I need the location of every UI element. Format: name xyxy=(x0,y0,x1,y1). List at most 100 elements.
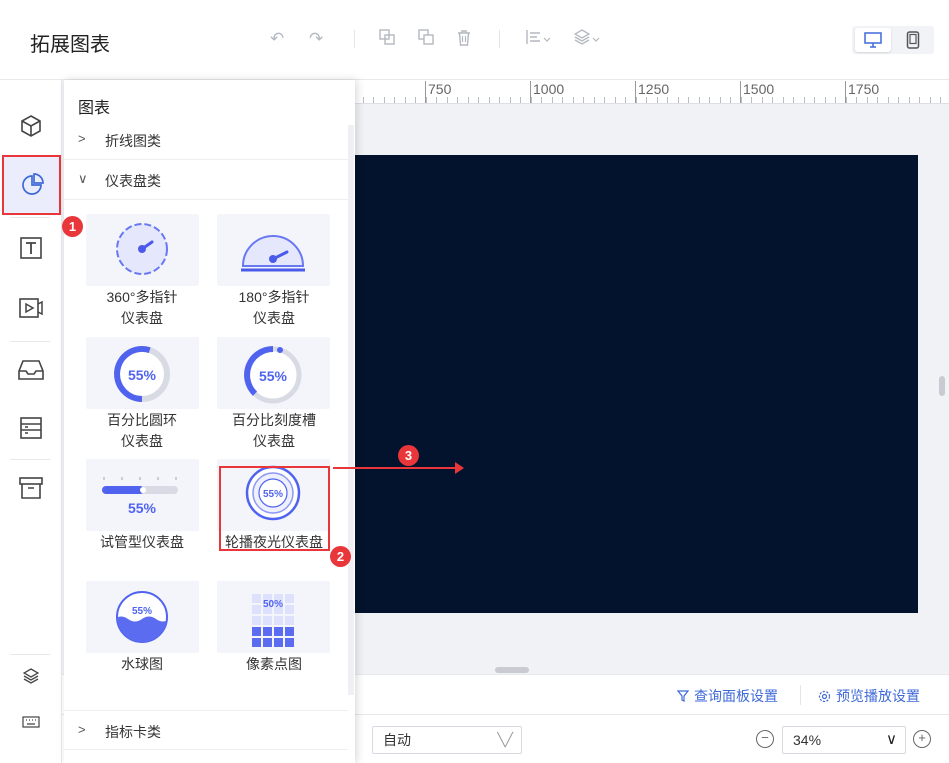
card-label-line: 水球图 xyxy=(121,656,163,672)
drag-arrow-line xyxy=(333,467,457,469)
gauge-360-label: 360°多指针 仪表盘 xyxy=(72,287,212,329)
test-tube-label: 试管型仪表盘 xyxy=(72,532,212,553)
pixel-cell xyxy=(252,594,261,603)
preview-play-settings-link[interactable]: 预览播放设置 xyxy=(818,686,920,706)
card-label-line: 仪表盘 xyxy=(121,310,163,326)
undo-icon[interactable]: ↶ xyxy=(270,29,284,49)
gauge-card-pixel-dot[interactable]: 50% xyxy=(217,581,330,653)
category-label: 折线图类 xyxy=(105,133,161,149)
card-label-line: 180°多指针 xyxy=(238,289,310,305)
rail-table-button[interactable] xyxy=(0,398,62,458)
ruler-tick xyxy=(657,97,658,103)
gauge-card-percent-ring[interactable]: 55% xyxy=(86,337,199,409)
scale-mode-value: 自动 xyxy=(383,732,411,748)
pixel-cell xyxy=(252,616,261,625)
pixel-dot-icon: 50% xyxy=(252,594,294,647)
chevron-right-icon: > xyxy=(78,131,86,146)
top-bar: 拓展图表 ↶ ↷ xyxy=(0,0,949,80)
gauge-180-icon xyxy=(241,235,305,272)
pixel-cell xyxy=(285,605,294,614)
category-gauge-charts[interactable]: ∨ 仪表盘类 xyxy=(64,160,348,200)
card-label-line: 仪表盘 xyxy=(121,433,163,449)
category-line-charts[interactable]: > 折线图类 xyxy=(64,120,348,160)
query-panel-settings-link[interactable]: 查询面板设置 xyxy=(677,686,778,706)
ruler-label: 1000 xyxy=(533,81,565,97)
delete-icon[interactable] xyxy=(456,29,472,51)
scale-mode-select[interactable]: 自动 ╲╱ xyxy=(372,726,522,754)
panel-scrollbar[interactable] xyxy=(348,125,354,695)
rail-container-button[interactable] xyxy=(0,340,62,400)
ruler-tick xyxy=(846,97,847,103)
category-kpi-cards[interactable]: > 指标卡类 xyxy=(64,710,348,750)
step-badge-2: 2 xyxy=(330,546,351,567)
ruler-tick xyxy=(478,97,479,103)
rail-text-button[interactable] xyxy=(0,218,62,278)
ruler-tick xyxy=(688,97,689,103)
ruler-tick xyxy=(510,97,511,103)
vertical-scrollbar[interactable] xyxy=(939,376,945,396)
device-toggle xyxy=(852,26,934,54)
ruler-tick xyxy=(793,97,794,103)
rail-keyboard-button[interactable] xyxy=(0,708,62,736)
gauge-card-percent-scale[interactable]: 55% xyxy=(217,337,330,409)
ruler-tick xyxy=(394,97,395,103)
ruler-tick xyxy=(384,97,385,103)
layers-icon[interactable] xyxy=(573,29,602,50)
zoom-out-icon[interactable]: − xyxy=(756,730,774,748)
ruler-tick xyxy=(762,97,763,103)
ruler-tick xyxy=(909,97,910,103)
gauge-360-icon xyxy=(116,223,168,275)
copy-icon[interactable] xyxy=(379,29,395,50)
ruler-tick xyxy=(825,97,826,103)
zoom-value: 34% xyxy=(793,732,822,748)
rail-media-button[interactable] xyxy=(0,278,62,338)
gauge-card-180[interactable] xyxy=(217,214,330,286)
ruler-tick xyxy=(646,97,647,103)
phone-icon xyxy=(906,31,920,49)
toolbar-divider xyxy=(499,30,500,48)
zoom-in-icon[interactable]: + xyxy=(913,730,931,748)
zoom-select[interactable]: 34% ∨ xyxy=(782,726,906,754)
gauge-card-test-tube[interactable]: 55% xyxy=(86,459,199,531)
redo-icon[interactable]: ↷ xyxy=(309,29,323,49)
gauge-180-label: 180°多指针 仪表盘 xyxy=(204,287,344,329)
rail-3d-component-button[interactable] xyxy=(0,96,62,156)
rail-archive-button[interactable] xyxy=(0,458,62,518)
align-icon[interactable] xyxy=(526,29,552,50)
ruler-tick xyxy=(489,97,490,103)
card-label-line: 百分比刻度槽 xyxy=(232,412,316,428)
card-value: 55% xyxy=(132,606,152,617)
panel-title: 图表 xyxy=(78,100,111,117)
rail-chart-button[interactable] xyxy=(2,155,61,215)
ruler-tick xyxy=(867,97,868,103)
rail-layers-button[interactable] xyxy=(0,662,62,690)
test-tube-icon: 55% xyxy=(102,477,178,516)
category-label: 仪表盘类 xyxy=(105,173,161,189)
percent-scale-label: 百分比刻度槽 仪表盘 xyxy=(204,410,344,452)
gauge-card-360[interactable] xyxy=(86,214,199,286)
desktop-view-button[interactable] xyxy=(855,28,891,52)
gauge-card-water-ball[interactable]: 55% xyxy=(86,581,199,653)
ruler-label: 1750 xyxy=(848,81,880,97)
ruler-tick xyxy=(436,97,437,103)
card-label-line: 360°多指针 xyxy=(106,289,178,305)
ruler-tick xyxy=(499,97,500,103)
pixel-cell xyxy=(285,616,294,625)
pixel-cell xyxy=(285,594,294,603)
paste-icon[interactable] xyxy=(418,29,434,50)
pixel-cell xyxy=(285,638,294,647)
horizontal-scrollbar[interactable] xyxy=(495,667,529,673)
ruler-tick xyxy=(520,97,521,103)
dashboard-canvas[interactable] xyxy=(355,155,918,613)
monitor-icon xyxy=(864,32,882,48)
card-value: 50% xyxy=(263,599,283,610)
inbox-icon xyxy=(18,360,44,380)
mobile-view-button[interactable] xyxy=(895,28,931,52)
ruler-tick xyxy=(898,97,899,103)
chevron-down-icon: ∨ xyxy=(78,171,88,186)
ruler-tick xyxy=(625,97,626,103)
card-value: 55% xyxy=(128,367,157,383)
table-icon xyxy=(20,417,42,439)
ruler-tick xyxy=(615,97,616,103)
step-badge-1: 1 xyxy=(62,216,83,237)
